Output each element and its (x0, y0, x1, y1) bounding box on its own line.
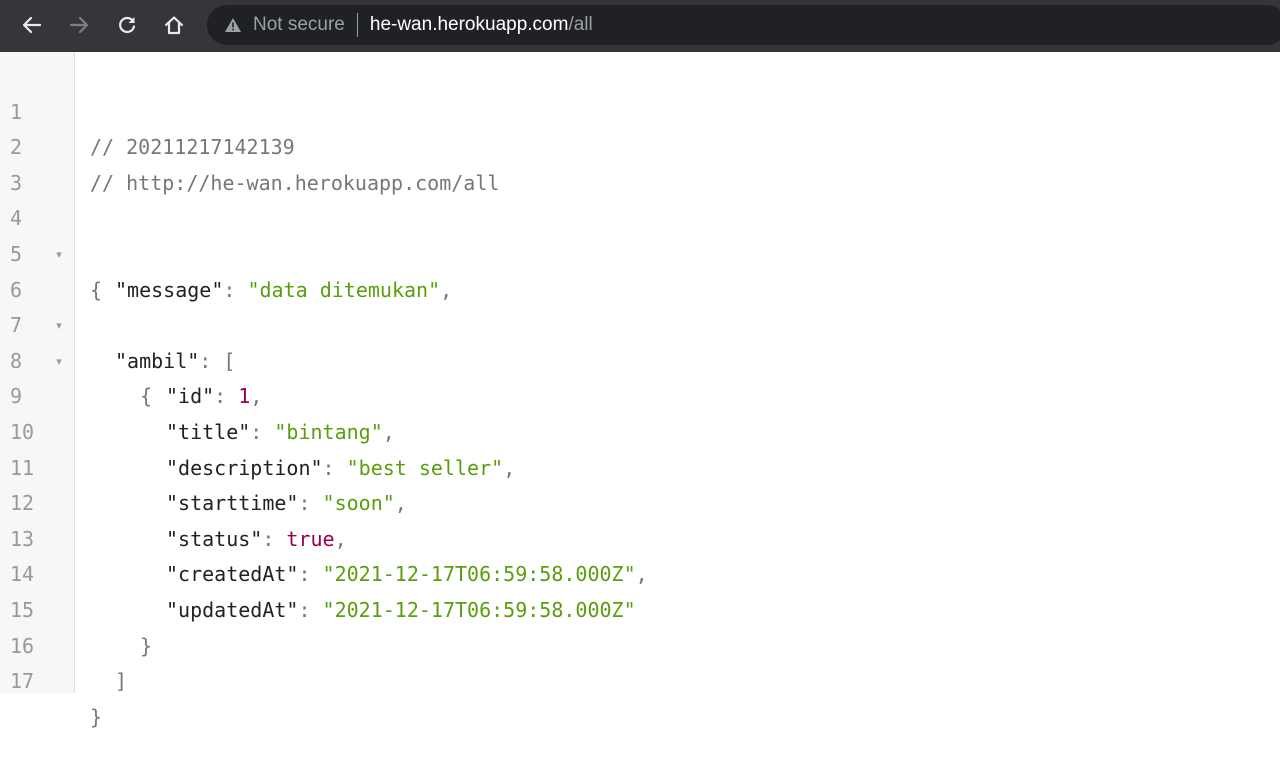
code-line: 6 ▾ "ambil": [ (0, 237, 1280, 373)
reload-button[interactable] (110, 8, 144, 42)
security-status-label[interactable]: Not secure (253, 14, 345, 36)
forward-button[interactable] (62, 8, 96, 42)
code-line: 5 "message": "data ditemukan", (0, 201, 1280, 302)
code-line: 4 ▾ { (0, 166, 1280, 301)
browser-toolbar: Not secure he-wan.herokuapp.com/all (0, 0, 1280, 52)
back-button[interactable] (15, 8, 49, 42)
close-bracket: ] (115, 669, 128, 694)
address-bar[interactable]: Not secure he-wan.herokuapp.com/all (207, 5, 1280, 45)
home-icon (164, 16, 184, 35)
code-line: 13 "createdAt": "2021-12-17T06:59:58.000… (0, 486, 1280, 587)
code-line: 16 ] (0, 593, 1280, 694)
reload-icon (119, 16, 136, 34)
code-line: 1 // 20211217142139 (0, 59, 1280, 160)
url-divider (356, 13, 358, 37)
code-line: 10 "description": "best seller", (0, 379, 1280, 480)
code-line: 8 "id": 1, (0, 308, 1280, 409)
close-brace: } (90, 704, 103, 729)
code-line: 9 "title": "bintang", (0, 344, 1280, 444)
url-host[interactable]: he-wan.herokuapp.com (370, 14, 569, 36)
code-line: 7 ▾ { (0, 273, 1280, 408)
url-path[interactable]: /all (568, 14, 592, 36)
arrow-left-icon (22, 16, 42, 34)
code-line: 15 } (0, 557, 1280, 658)
code-line: 2 // http://he-wan.herokuapp.com/all (0, 95, 1280, 195)
code-line: 14 "updatedAt": "2021-12-17T06:59:58.000… (0, 522, 1280, 622)
warning-triangle-icon[interactable] (223, 15, 243, 35)
json-viewer: 1 // 20211217142139 2 // http://he-wan.h… (0, 52, 1280, 729)
code-line: 17 } (0, 629, 1280, 729)
code-line: 12 "status": true, (0, 451, 1280, 551)
code-line: 11 "starttime": "soon", (0, 415, 1280, 516)
arrow-right-icon (69, 16, 89, 34)
line-number: 17 (10, 669, 35, 694)
code-line: 3 (0, 130, 1280, 195)
home-button[interactable] (157, 8, 191, 42)
